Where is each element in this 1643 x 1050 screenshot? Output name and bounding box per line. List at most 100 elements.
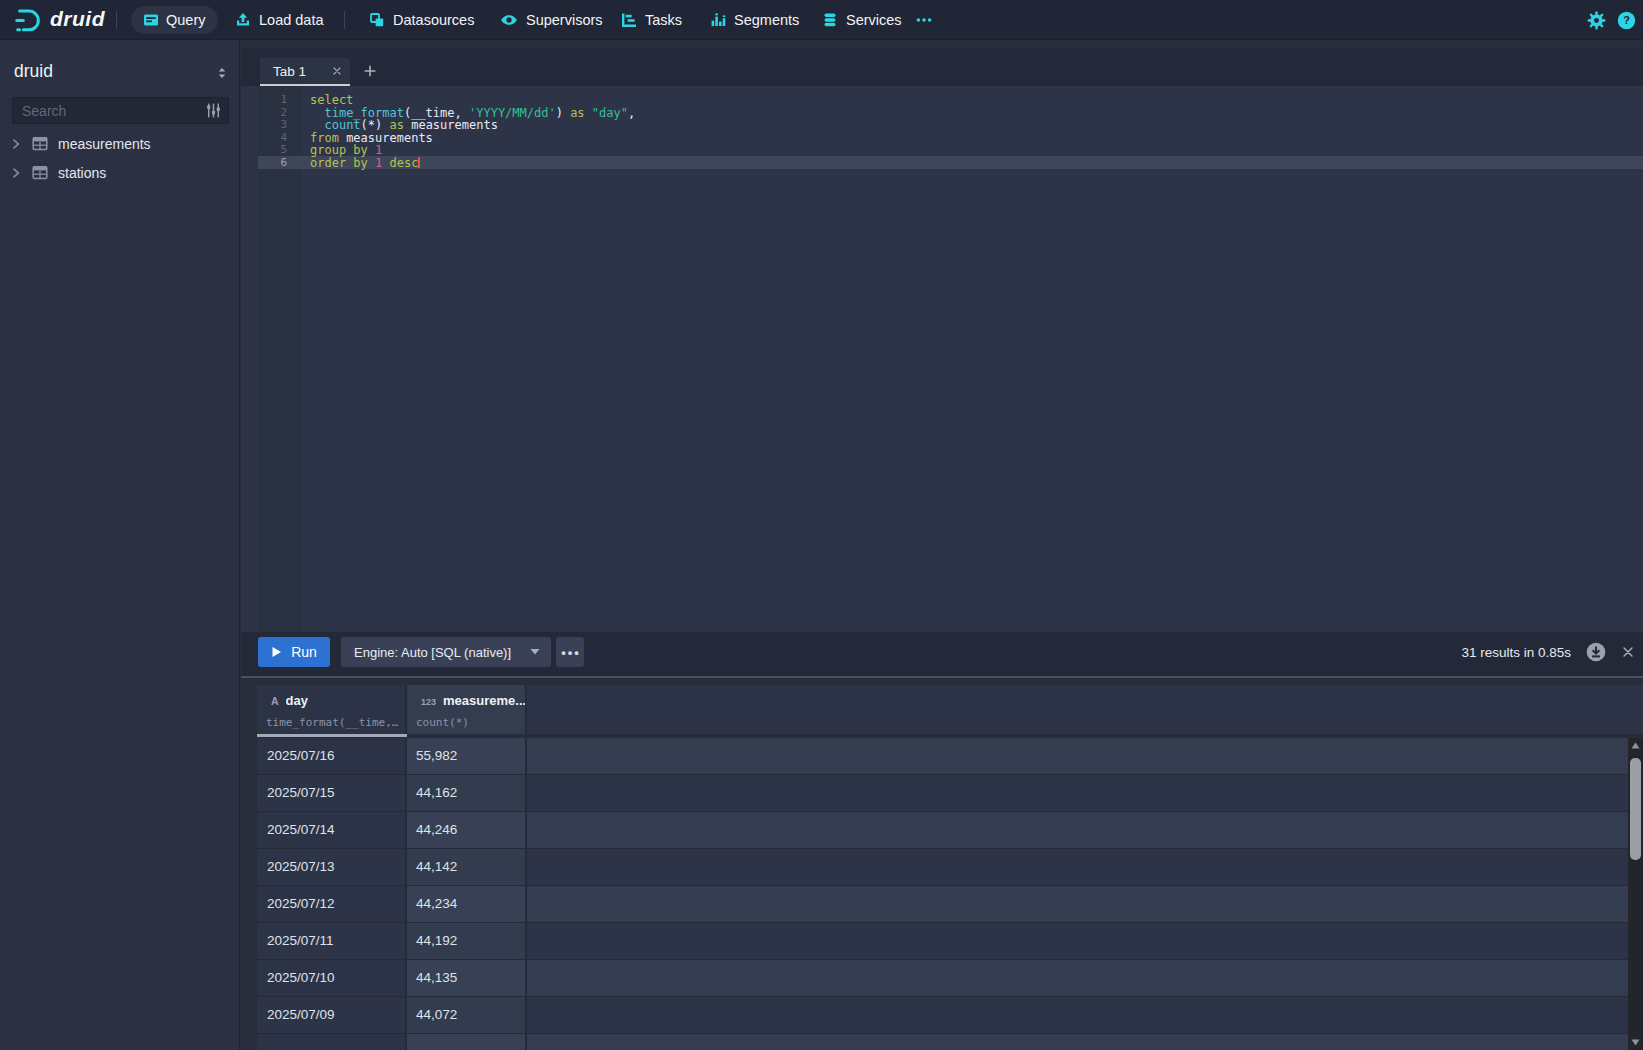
play-icon xyxy=(271,646,282,658)
number-type-icon: 123 xyxy=(421,697,436,707)
chevron-right-icon[interactable] xyxy=(8,165,24,181)
datasource-item-stations[interactable]: stations xyxy=(0,158,240,187)
console-icon xyxy=(143,12,159,28)
nav-item-services[interactable]: Services xyxy=(822,0,902,40)
nav-divider xyxy=(116,11,117,29)
nav-item-more[interactable] xyxy=(915,0,933,40)
upload-icon xyxy=(235,12,251,28)
nav-item-label: Datasources xyxy=(393,12,474,28)
nav-item-datasources[interactable]: Datasources xyxy=(369,0,474,40)
engine-select-button[interactable]: Engine: Auto [SQL (native)] xyxy=(341,637,551,667)
cell-day[interactable]: 2025/07/14 xyxy=(257,812,407,849)
druid-logo-icon[interactable] xyxy=(13,5,43,35)
scroll-down-icon[interactable] xyxy=(1631,1039,1640,1046)
svg-text:?: ? xyxy=(1623,14,1630,26)
double-caret-icon xyxy=(215,65,229,81)
help-icon[interactable]: ? xyxy=(1617,11,1636,30)
druid-logo-text[interactable]: druid xyxy=(50,7,105,31)
cell-day[interactable]: 2025/07/11 xyxy=(257,923,407,960)
nav-item-label: Services xyxy=(846,12,902,28)
cell-measurements[interactable]: 44,192 xyxy=(407,923,527,960)
nav-item-label: Segments xyxy=(734,12,799,28)
cell-measurements[interactable]: 44,135 xyxy=(407,960,527,997)
cell-measurements[interactable]: 44,072 xyxy=(407,997,527,1034)
close-results-icon[interactable] xyxy=(1621,645,1635,659)
cell-measurements[interactable]: 44,142 xyxy=(407,849,527,886)
string-type-icon: A xyxy=(271,695,279,707)
cell-day[interactable]: 2025/07/12 xyxy=(257,886,407,923)
table-row: 2025/07/1344,142 xyxy=(257,849,1643,886)
settings-gear-icon[interactable] xyxy=(1587,11,1606,30)
results-scrollbar[interactable] xyxy=(1628,738,1643,1050)
scroll-up-icon[interactable] xyxy=(1631,742,1640,749)
scrollbar-thumb[interactable] xyxy=(1630,758,1641,860)
nav-item-supervisors[interactable]: Supervisors xyxy=(500,0,603,40)
column-header-measurements[interactable]: 123measureme... count(*) xyxy=(407,685,527,734)
schema-sidebar: druid measurementsstations xyxy=(0,40,240,1050)
row-filler xyxy=(527,738,1643,775)
nav-item-load-data[interactable]: Load data xyxy=(235,0,324,40)
schema-selector[interactable]: druid xyxy=(14,61,53,82)
tab-strip: Tab 1 xyxy=(241,48,1643,86)
search-input[interactable] xyxy=(12,97,229,124)
cell-measurements[interactable]: 44,162 xyxy=(407,775,527,812)
tab-1[interactable]: Tab 1 xyxy=(260,58,350,84)
table-row: 2025/07/1544,162 xyxy=(257,775,1643,812)
download-icon[interactable] xyxy=(1586,642,1606,662)
results-summary: 31 results in 0.85s xyxy=(1461,645,1571,660)
table-row: 2025/07/1655,982 xyxy=(257,738,1643,775)
chevron-right-icon[interactable] xyxy=(8,136,24,152)
row-filler xyxy=(527,775,1643,812)
table-row: 2025/07/1044,135 xyxy=(257,960,1643,997)
cell-day[interactable]: 2025/07/15 xyxy=(257,775,407,812)
row-filler xyxy=(527,886,1643,923)
table-icon xyxy=(32,165,48,180)
sql-code: select time_format(__time, 'YYYY/MM/dd')… xyxy=(310,94,635,169)
eye-icon xyxy=(500,12,518,28)
column-header-day[interactable]: Aday time_format(__time,… xyxy=(257,685,407,734)
table-row: 2025/07/1244,234 xyxy=(257,886,1643,923)
search-box xyxy=(12,97,229,124)
cell-day[interactable]: 2025/07/16 xyxy=(257,738,407,775)
cell-day[interactable]: 2025/07/09 xyxy=(257,997,407,1034)
nav-item-tasks[interactable]: Tasks xyxy=(621,0,682,40)
cell-measurements[interactable]: 55,982 xyxy=(407,738,527,775)
line-numbers: 123456 xyxy=(258,94,302,169)
query-more-button[interactable]: ••• xyxy=(556,637,584,667)
new-tab-button[interactable] xyxy=(360,61,380,81)
nav-item-query[interactable]: Query xyxy=(131,6,218,34)
cell-measurements[interactable]: 44,246 xyxy=(407,812,527,849)
nav-item-label: Query xyxy=(166,12,206,28)
table-row-partial xyxy=(257,1034,1643,1050)
cell-day[interactable]: 2025/07/13 xyxy=(257,849,407,886)
table-row: 2025/07/0944,072 xyxy=(257,997,1643,1034)
bar-chart-icon xyxy=(710,12,726,28)
row-filler xyxy=(527,812,1643,849)
top-navbar: druid Query Load data Datasources Superviso… xyxy=(0,0,1643,40)
nav-item-label: Supervisors xyxy=(526,12,603,28)
engine-label: Engine: Auto [SQL (native)] xyxy=(354,645,511,660)
results-panel: Aday time_format(__time,… 123measureme..… xyxy=(241,678,1643,1050)
run-button[interactable]: Run xyxy=(258,637,330,667)
header-filler xyxy=(527,685,1643,734)
table-row: 2025/07/1444,246 xyxy=(257,812,1643,849)
table-icon xyxy=(32,136,48,151)
run-bar: Run Engine: Auto [SQL (native)] ••• 31 r… xyxy=(241,632,1643,678)
more-icon xyxy=(915,12,933,28)
tab-close-icon[interactable] xyxy=(331,65,343,77)
run-label: Run xyxy=(291,644,317,660)
row-filler xyxy=(527,923,1643,960)
header-separator xyxy=(257,734,1643,737)
nav-item-label: Tasks xyxy=(645,12,682,28)
nav-item-label: Load data xyxy=(259,12,324,28)
datasource-item-measurements[interactable]: measurements xyxy=(0,129,240,158)
nav-item-segments[interactable]: Segments xyxy=(710,0,799,40)
sql-editor[interactable]: 123456 select time_format(__time, 'YYYY/… xyxy=(241,86,1643,632)
datasources-icon xyxy=(369,12,385,28)
cell-day[interactable]: 2025/07/10 xyxy=(257,960,407,997)
cell-measurements[interactable]: 44,234 xyxy=(407,886,527,923)
text-cursor xyxy=(418,157,420,168)
row-filler xyxy=(527,849,1643,886)
database-icon xyxy=(822,12,838,28)
filter-sliders-icon[interactable] xyxy=(205,102,222,119)
